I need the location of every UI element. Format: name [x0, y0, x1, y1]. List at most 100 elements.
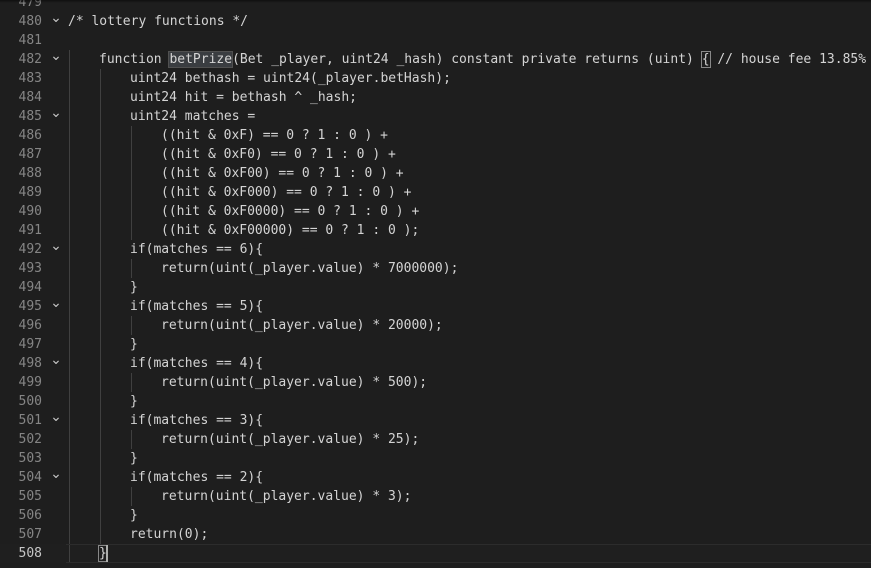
code-text[interactable]: ((hit & 0xF000) == 0 ? 1 : 0 ) +: [161, 183, 411, 202]
code-line[interactable]: 501 ⌄ if(matches == 3){: [0, 410, 871, 430]
code-line[interactable]: 481: [0, 31, 871, 50]
code-line[interactable]: 502 return(uint(_player.value) * 25);: [0, 430, 871, 449]
code-line[interactable]: 485 ⌄ uint24 matches =: [0, 106, 871, 126]
code-line[interactable]: 482 ⌄ function betPrize(Bet _player, uint2…: [0, 49, 871, 69]
line-number[interactable]: 489: [0, 183, 42, 202]
line-number[interactable]: 504: [0, 468, 42, 487]
code-text[interactable]: return(uint(_player.value) * 3);: [161, 487, 411, 506]
code-line[interactable]: 488 ((hit & 0xF00) == 0 ? 1 : 0 ) +: [0, 164, 871, 183]
line-number[interactable]: 498: [0, 354, 42, 373]
chevron-down-icon[interactable]: ⌄: [49, 467, 63, 487]
line-number[interactable]: 494: [0, 278, 42, 297]
code-line[interactable]: 486 ((hit & 0xF) == 0 ? 1 : 0 ) +: [0, 126, 871, 145]
chevron-down-icon[interactable]: ⌄: [49, 106, 63, 126]
code-line[interactable]: 490 ((hit & 0xF0000) == 0 ? 1 : 0 ) +: [0, 202, 871, 221]
line-number[interactable]: 485: [0, 107, 42, 126]
chevron-down-icon[interactable]: ⌄: [49, 49, 63, 69]
code-text[interactable]: return(uint(_player.value) * 500);: [161, 373, 427, 392]
indent-guide: [100, 506, 101, 525]
code-text[interactable]: if(matches == 2){: [130, 468, 263, 487]
code-line[interactable]: 508}: [0, 544, 871, 563]
code-text[interactable]: return(uint(_player.value) * 25);: [161, 430, 419, 449]
code-text[interactable]: }: [130, 506, 138, 525]
code-line[interactable]: 505 return(uint(_player.value) * 3);: [0, 487, 871, 506]
code-text[interactable]: if(matches == 6){: [130, 240, 263, 259]
line-number[interactable]: 495: [0, 297, 42, 316]
line-number[interactable]: 482: [0, 50, 42, 69]
code-editor[interactable]: 479 480 ⌄/* lottery functions */481 482 ⌄ fun…: [0, 0, 871, 568]
code-text[interactable]: }: [130, 392, 138, 411]
line-number[interactable]: 491: [0, 221, 42, 240]
code-line[interactable]: 487 ((hit & 0xF0) == 0 ? 1 : 0 ) +: [0, 145, 871, 164]
code-text[interactable]: uint24 bethash = uint24(_player.betHash)…: [130, 69, 451, 88]
line-number[interactable]: 481: [0, 31, 42, 50]
line-number[interactable]: 497: [0, 335, 42, 354]
code-line[interactable]: 494}: [0, 278, 871, 297]
code-line[interactable]: 498 ⌄ if(matches == 4){: [0, 353, 871, 373]
code-text[interactable]: ((hit & 0xF00) == 0 ? 1 : 0 ) +: [161, 164, 404, 183]
line-number[interactable]: 508: [0, 544, 42, 563]
chevron-down-icon[interactable]: ⌄: [49, 239, 63, 259]
code-line[interactable]: 500}: [0, 392, 871, 411]
code-line[interactable]: 483 uint24 bethash = uint24(_player.betHa…: [0, 69, 871, 88]
code-text[interactable]: /* lottery functions */: [68, 12, 248, 31]
code-text[interactable]: }: [130, 449, 138, 468]
code-text[interactable]: }: [130, 335, 138, 354]
code-line[interactable]: 507 return(0);: [0, 525, 871, 544]
code-text[interactable]: if(matches == 4){: [130, 354, 263, 373]
indent-guide: [100, 69, 101, 88]
code-line[interactable]: 499 return(uint(_player.value) * 500);: [0, 373, 871, 392]
indent-guide: [69, 449, 70, 468]
line-number[interactable]: 506: [0, 506, 42, 525]
code-text[interactable]: ((hit & 0xF0) == 0 ? 1 : 0 ) +: [161, 145, 396, 164]
line-number[interactable]: 502: [0, 430, 42, 449]
code-text[interactable]: return(uint(_player.value) * 20000);: [161, 316, 443, 335]
code-line[interactable]: 495 ⌄ if(matches == 5){: [0, 296, 871, 316]
code-line[interactable]: 493 return(uint(_player.value) * 7000000)…: [0, 259, 871, 278]
chevron-down-icon[interactable]: ⌄: [49, 353, 63, 373]
code-line[interactable]: 504 ⌄ if(matches == 2){: [0, 467, 871, 487]
line-number[interactable]: 500: [0, 392, 42, 411]
code-text[interactable]: uint24 hit = bethash ^ _hash;: [130, 88, 357, 107]
line-number[interactable]: 487: [0, 145, 42, 164]
code-line[interactable]: 480 ⌄ /* lottery functions */: [0, 11, 871, 31]
code-line[interactable]: 492 ⌄ if(matches == 6){: [0, 239, 871, 259]
code-line[interactable]: 484 uint24 hit = bethash ^ _hash;: [0, 88, 871, 107]
chevron-down-icon[interactable]: ⌄: [49, 296, 63, 316]
line-number[interactable]: 493: [0, 259, 42, 278]
line-number[interactable]: 507: [0, 525, 42, 544]
code-line[interactable]: 491 ((hit & 0xF00000) == 0 ? 1 : 0 );: [0, 221, 871, 240]
indent-guide: [100, 411, 101, 430]
code-text[interactable]: if(matches == 5){: [130, 297, 263, 316]
line-number[interactable]: 499: [0, 373, 42, 392]
code-text[interactable]: }: [130, 278, 138, 297]
line-number[interactable]: 486: [0, 126, 42, 145]
code-line[interactable]: 503}: [0, 449, 871, 468]
line-number[interactable]: 483: [0, 69, 42, 88]
highlighted-word[interactable]: betPrize: [168, 51, 234, 68]
code-text[interactable]: uint24 matches =: [130, 107, 255, 126]
line-number[interactable]: 492: [0, 240, 42, 259]
code-text[interactable]: return(0);: [130, 525, 208, 544]
line-number[interactable]: 480: [0, 12, 42, 31]
chevron-down-icon[interactable]: ⌄: [49, 410, 63, 430]
code-line[interactable]: 496 return(uint(_player.value) * 20000);: [0, 316, 871, 335]
code-text[interactable]: ((hit & 0xF) == 0 ? 1 : 0 ) +: [161, 126, 388, 145]
code-line[interactable]: 489 ((hit & 0xF000) == 0 ? 1 : 0 ) +: [0, 183, 871, 202]
text-cursor: [106, 545, 108, 562]
line-number[interactable]: 505: [0, 487, 42, 506]
line-number[interactable]: 503: [0, 449, 42, 468]
code-text[interactable]: ((hit & 0xF0000) == 0 ? 1 : 0 ) +: [161, 202, 419, 221]
chevron-down-icon[interactable]: ⌄: [49, 11, 63, 31]
line-number[interactable]: 490: [0, 202, 42, 221]
line-number[interactable]: 501: [0, 411, 42, 430]
code-text[interactable]: if(matches == 3){: [130, 411, 263, 430]
code-line[interactable]: 497}: [0, 335, 871, 354]
line-number[interactable]: 488: [0, 164, 42, 183]
code-text[interactable]: function betPrize(Bet _player, uint24 _h…: [99, 50, 866, 69]
line-number[interactable]: 484: [0, 88, 42, 107]
line-number[interactable]: 496: [0, 316, 42, 335]
code-line[interactable]: 506}: [0, 506, 871, 525]
code-text[interactable]: ((hit & 0xF00000) == 0 ? 1 : 0 );: [161, 221, 419, 240]
code-text[interactable]: return(uint(_player.value) * 7000000);: [161, 259, 458, 278]
